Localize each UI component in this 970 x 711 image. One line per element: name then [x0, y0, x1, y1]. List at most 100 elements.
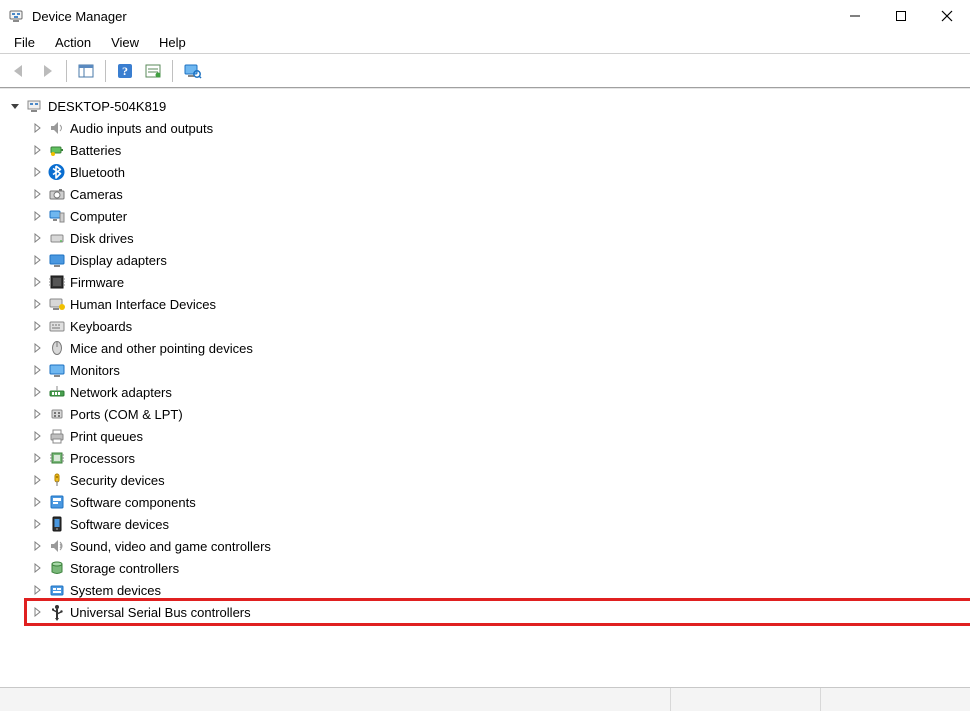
tree-node[interactable]: System devices: [26, 579, 970, 601]
tree-node-label: Print queues: [70, 429, 143, 444]
chevron-right-icon[interactable]: [30, 385, 44, 399]
action-button[interactable]: [140, 58, 166, 84]
console-tree-icon: [76, 61, 96, 81]
chevron-right-icon[interactable]: [30, 275, 44, 289]
arrow-left-icon: [9, 61, 29, 81]
tree-node[interactable]: Software devices: [26, 513, 970, 535]
tree-node[interactable]: Software components: [26, 491, 970, 513]
chevron-right-icon[interactable]: [30, 297, 44, 311]
tree-node[interactable]: Disk drives: [26, 227, 970, 249]
action-list-icon: [143, 61, 163, 81]
chevron-right-icon[interactable]: [30, 209, 44, 223]
toolbar-separator: [66, 60, 67, 82]
camera-icon: [48, 185, 66, 203]
chevron-down-icon[interactable]: [8, 99, 22, 113]
chevron-right-icon[interactable]: [30, 429, 44, 443]
tree-node-label: Keyboards: [70, 319, 132, 334]
tree-node[interactable]: Ports (COM & LPT): [26, 403, 970, 425]
audio-icon: [48, 119, 66, 137]
monitor-icon: [48, 361, 66, 379]
menu-help[interactable]: Help: [149, 33, 196, 52]
printer-icon: [48, 427, 66, 445]
chevron-right-icon[interactable]: [30, 583, 44, 597]
chevron-right-icon[interactable]: [30, 253, 44, 267]
tree-node[interactable]: Firmware: [26, 271, 970, 293]
swcomp-icon: [48, 493, 66, 511]
tree-node-label: Ports (COM & LPT): [70, 407, 183, 422]
chevron-right-icon[interactable]: [30, 363, 44, 377]
svg-text:?: ?: [122, 64, 128, 78]
device-tree[interactable]: DESKTOP-504K819 Audio inputs and outputs B…: [0, 88, 970, 687]
back-button: [6, 58, 32, 84]
chevron-right-icon[interactable]: [30, 495, 44, 509]
battery-icon: [48, 141, 66, 159]
scan-monitor-icon: [182, 61, 202, 81]
chevron-right-icon[interactable]: [30, 473, 44, 487]
security-icon: [48, 471, 66, 489]
tree-node-label: Network adapters: [70, 385, 172, 400]
chevron-right-icon[interactable]: [30, 319, 44, 333]
chevron-right-icon[interactable]: [30, 561, 44, 575]
tree-node-label: Computer: [70, 209, 127, 224]
pc-icon: [48, 207, 66, 225]
chevron-right-icon[interactable]: [30, 165, 44, 179]
tree-root-label: DESKTOP-504K819: [48, 99, 166, 114]
app-icon: [8, 8, 24, 24]
display-icon: [48, 251, 66, 269]
tree-node-label: Processors: [70, 451, 135, 466]
chevron-right-icon[interactable]: [30, 407, 44, 421]
chevron-right-icon[interactable]: [30, 341, 44, 355]
tree-node[interactable]: Human Interface Devices: [26, 293, 970, 315]
tree-node[interactable]: Mice and other pointing devices: [26, 337, 970, 359]
tree-node-label: Software devices: [70, 517, 169, 532]
chevron-right-icon[interactable]: [30, 517, 44, 531]
chevron-right-icon[interactable]: [30, 143, 44, 157]
tree-node[interactable]: Computer: [26, 205, 970, 227]
tree-node[interactable]: Processors: [26, 447, 970, 469]
swdev-icon: [48, 515, 66, 533]
firmware-icon: [48, 273, 66, 291]
scan-hardware-button[interactable]: [179, 58, 205, 84]
menu-view[interactable]: View: [101, 33, 149, 52]
tree-node[interactable]: Display adapters: [26, 249, 970, 271]
minimize-button[interactable]: [832, 0, 878, 32]
tree-node-label: Disk drives: [70, 231, 134, 246]
tree-node[interactable]: Monitors: [26, 359, 970, 381]
tree-node-label: Audio inputs and outputs: [70, 121, 213, 136]
tree-node[interactable]: Security devices: [26, 469, 970, 491]
close-button[interactable]: [924, 0, 970, 32]
chevron-right-icon[interactable]: [30, 605, 44, 619]
chevron-right-icon[interactable]: [30, 121, 44, 135]
tree-node[interactable]: Cameras: [26, 183, 970, 205]
tree-node[interactable]: Bluetooth: [26, 161, 970, 183]
tree-node[interactable]: Keyboards: [26, 315, 970, 337]
menu-action[interactable]: Action: [45, 33, 101, 52]
tree-node[interactable]: Storage controllers: [26, 557, 970, 579]
status-pane-2: [820, 688, 970, 711]
menu-file[interactable]: File: [4, 33, 45, 52]
tree-node[interactable]: Network adapters: [26, 381, 970, 403]
show-hide-tree-button[interactable]: [73, 58, 99, 84]
chevron-right-icon[interactable]: [30, 187, 44, 201]
port-icon: [48, 405, 66, 423]
chevron-right-icon[interactable]: [30, 231, 44, 245]
status-pane-1: [670, 688, 820, 711]
help-button[interactable]: ?: [112, 58, 138, 84]
tree-node-label: Monitors: [70, 363, 120, 378]
tree-node[interactable]: Universal Serial Bus controllers: [26, 601, 970, 623]
toolbar: ?: [0, 54, 970, 88]
tree-node[interactable]: Audio inputs and outputs: [26, 117, 970, 139]
tree-node-label: Firmware: [70, 275, 124, 290]
status-pane-main: [0, 688, 670, 711]
title-bar: Device Manager: [0, 0, 970, 32]
cpu-icon: [48, 449, 66, 467]
tree-node-label: Universal Serial Bus controllers: [70, 605, 251, 620]
tree-node[interactable]: Sound, video and game controllers: [26, 535, 970, 557]
tree-node[interactable]: Print queues: [26, 425, 970, 447]
tree-node[interactable]: Batteries: [26, 139, 970, 161]
tree-root-node[interactable]: DESKTOP-504K819: [4, 95, 970, 117]
window-controls: [832, 0, 970, 32]
chevron-right-icon[interactable]: [30, 539, 44, 553]
maximize-button[interactable]: [878, 0, 924, 32]
chevron-right-icon[interactable]: [30, 451, 44, 465]
